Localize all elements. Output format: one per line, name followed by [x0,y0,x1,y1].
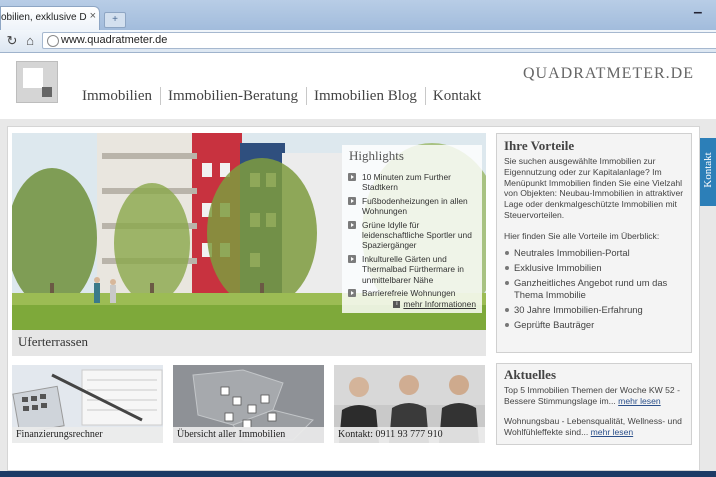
reload-icon[interactable]: ↻ [4,33,20,49]
browser-tab[interactable]: obilien, exklusive Denkmal × [0,6,100,30]
advantages-intro: Sie suchen ausgewählte Immobilien zur Ei… [504,156,684,220]
url-text: www.quadratmeter.de [61,34,168,46]
arrow-bullet-icon [348,289,356,298]
nav-item-immobilien-blog[interactable]: Immobilien Blog [305,87,425,105]
logo-square-dark [42,87,52,97]
advantage-item: Geprüfte Bauträger [504,319,684,331]
tab-title: obilien, exklusive Denkmal [1,12,87,23]
highlight-item: Grüne Idylle für leidenschaftliche Sport… [348,220,478,251]
highlight-item: Fußbodenheizungen in allen Wohnungen [348,196,478,217]
info-icon: i [393,301,401,309]
news-panel: Aktuelles Top 5 Immobilien Themen der Wo… [496,363,692,445]
advantage-item: Exklusive Immobilien [504,262,684,274]
highlight-text: Inkulturelle Gärten und Thermalbad Fürth… [362,253,464,285]
close-tab-icon[interactable]: × [90,10,96,22]
highlight-item: Inkulturelle Gärten und Thermalbad Fürth… [348,254,478,285]
news-title: Aktuelles [504,367,556,382]
highlight-item: 10 Minuten zum Further Stadtkern [348,172,478,193]
more-info-label: mehr Informationen [403,299,476,309]
tile-caption: Kontakt: 0911 93 777 910 [338,429,443,440]
advantages-list: Neutrales Immobilien-Portal Exklusive Im… [504,247,684,334]
nav-item-immobilien[interactable]: Immobilien [80,87,160,105]
tile-all-properties[interactable]: Übersicht aller Immobilien [173,365,324,443]
taskbar-strip [0,471,716,477]
contact-side-tab[interactable]: Kontakt [700,138,716,206]
highlight-text: 10 Minuten zum Further Stadtkern [362,172,451,193]
read-more-link[interactable]: mehr lesen [618,396,661,406]
web-page: QUADRATMETER.DE Immobilien Immobilien-Be… [0,53,716,477]
hero-banner[interactable]: Highlights 10 Minuten zum Further Stadtk… [12,133,486,356]
arrow-bullet-icon [348,173,356,181]
arrow-bullet-icon [348,196,356,205]
minimize-icon[interactable]: ▁ [694,3,708,14]
brand-name[interactable]: QUADRATMETER.DE [523,65,694,83]
tile-contact[interactable]: Kontakt: 0911 93 777 910 [334,365,485,443]
advantages-panel: Ihre Vorteile Sie suchen ausgewählte Imm… [496,133,692,353]
main-content: Highlights 10 Minuten zum Further Stadtk… [7,126,700,471]
nav-item-immobilien-beratung[interactable]: Immobilien-Beratung [160,87,306,105]
globe-icon [47,35,59,47]
news-item: Top 5 Immobilien Themen der Woche KW 52 … [504,385,686,407]
highlight-text: Barrierefreie Wohnungen [362,288,456,299]
new-tab-button[interactable]: + [104,12,126,28]
advantage-item: 30 Jahre Immobilien-Erfahrung [504,304,684,316]
advantage-item: Neutrales Immobilien-Portal [504,247,684,259]
hero-caption-bar: Uferterrassen [12,330,486,356]
advantages-overview: Hier finden Sie alle Vorteile im Überbli… [504,231,660,241]
browser-toolbar: ↻ ⌂ www.quadratmeter.de [0,30,716,53]
highlights-box: Highlights 10 Minuten zum Further Stadtk… [342,145,482,313]
news-item: Wohnungsbau - Lebensqualität, Wellness- … [504,416,686,438]
highlights-list: 10 Minuten zum Further Stadtkern Fußbode… [348,172,478,301]
arrow-bullet-icon [348,254,356,263]
tile-financing-calculator[interactable]: Finanzierungsrechner [12,365,163,443]
home-icon[interactable]: ⌂ [22,33,38,49]
main-navigation: Immobilien Immobilien-Beratung Immobilie… [80,87,489,105]
site-logo[interactable] [16,61,58,103]
highlight-text: Fußbodenheizungen in allen Wohnungen [362,195,468,217]
hero-caption: Uferterrassen [18,334,89,349]
site-header: QUADRATMETER.DE Immobilien Immobilien-Be… [0,53,716,119]
browser-tab-bar: obilien, exklusive Denkmal × + ▁ [0,0,716,30]
tile-caption-bar: Finanzierungsrechner [12,427,163,443]
tile-caption-bar: Übersicht aller Immobilien [173,427,324,443]
nav-item-kontakt[interactable]: Kontakt [424,87,489,105]
contact-side-tab-label: Kontakt [702,152,714,188]
advantages-title: Ihre Vorteile [504,138,575,153]
arrow-bullet-icon [348,220,356,229]
more-info-link[interactable]: i mehr Informationen [393,299,476,309]
advantage-item: Ganzheitliches Angebot rund um das Thema… [504,277,684,300]
tile-caption-bar: Kontakt: 0911 93 777 910 [334,427,485,443]
tile-caption: Finanzierungsrechner [16,429,103,440]
tile-caption: Übersicht aller Immobilien [177,429,286,440]
read-more-link[interactable]: mehr lesen [591,427,634,437]
highlight-text: Grüne Idylle für leidenschaftliche Sport… [362,219,472,251]
logo-square-white [23,68,43,88]
highlights-title: Highlights [349,148,404,163]
address-bar[interactable]: www.quadratmeter.de [42,32,716,49]
highlight-item: Barrierefreie Wohnungen [348,288,478,298]
